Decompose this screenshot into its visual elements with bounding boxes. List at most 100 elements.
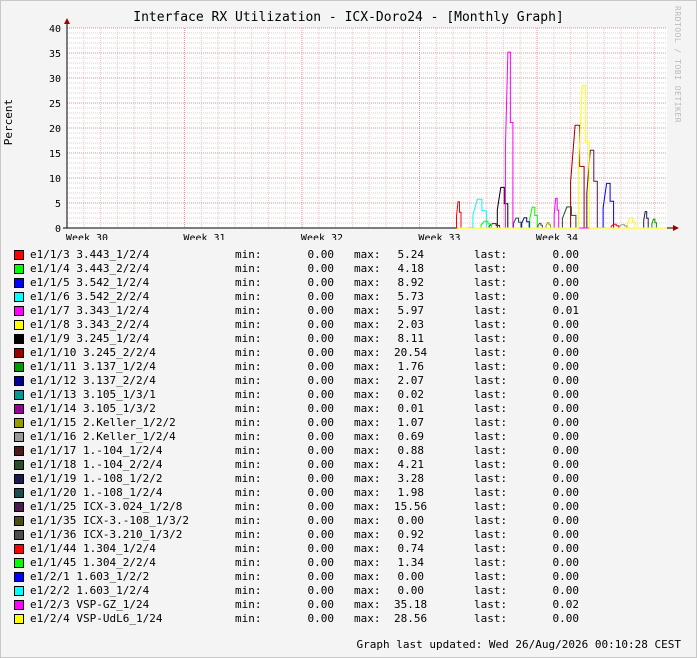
- legend-min-value: 0.00: [307, 360, 335, 373]
- legend-swatch: [14, 488, 24, 498]
- legend-last-value: 0.00: [552, 248, 580, 261]
- legend-max-value: 5.97: [397, 304, 425, 317]
- legend-last-value: 0.00: [552, 458, 580, 471]
- legend-last-label: last:: [474, 248, 508, 261]
- legend-min-value: 0.00: [307, 584, 335, 597]
- legend-last-value: 0.00: [552, 444, 580, 457]
- legend-last-label: last:: [474, 402, 508, 415]
- legend-swatch: [14, 418, 24, 428]
- legend-min-value: 0.00: [307, 276, 335, 289]
- legend-max-label: max:: [354, 458, 381, 471]
- last-updated-text: Graph last updated: Wed 26/Aug/2026 00:1…: [356, 638, 681, 651]
- legend-min-label: min:: [235, 500, 262, 513]
- legend-last-label: last:: [474, 290, 508, 303]
- legend-min-label: min:: [235, 528, 262, 541]
- legend-last-value: 0.00: [552, 402, 580, 415]
- legend-swatch: [14, 292, 24, 302]
- legend-last-value: 0.00: [552, 332, 580, 345]
- y-tick-label: 30: [49, 74, 61, 85]
- legend-last-value: 0.00: [552, 388, 580, 401]
- legend-series-name: e1/1/4 3.443_2/2/4: [30, 262, 150, 275]
- legend-swatch: [14, 460, 24, 470]
- legend-max-value: 1.76: [397, 360, 425, 373]
- legend-max-label: max:: [354, 486, 381, 499]
- legend-series-name: e1/1/19 1.-108_1/2/2: [30, 472, 163, 485]
- legend-max-label: max:: [354, 528, 381, 541]
- legend-min-label: min:: [235, 472, 262, 485]
- x-tick-label: Week 34: [536, 233, 578, 240]
- legend-min-value: 0.00: [307, 542, 335, 555]
- legend-series-name: e1/1/44 1.304_1/2/4: [30, 542, 156, 555]
- legend-last-label: last:: [474, 486, 508, 499]
- legend-last-label: last:: [474, 430, 508, 443]
- y-tick-label: 5: [55, 199, 61, 210]
- legend-last-label: last:: [474, 332, 508, 345]
- legend-max-label: max:: [354, 598, 381, 611]
- legend-last-label: last:: [474, 304, 508, 317]
- legend-min-label: min:: [235, 374, 262, 387]
- legend-max-value: 2.03: [397, 318, 425, 331]
- legend-min-value: 0.00: [307, 570, 335, 583]
- y-tick-label: 25: [49, 99, 61, 110]
- legend-series-name: e1/1/3 3.443_1/2/4: [30, 248, 150, 261]
- legend-max-value: 0.92: [397, 528, 425, 541]
- legend-max-label: max:: [354, 276, 381, 289]
- legend-last-label: last:: [474, 584, 508, 597]
- legend-swatch: [14, 320, 24, 330]
- legend-series-name: e1/1/18 1.-104_2/2/4: [30, 458, 163, 471]
- legend-last-label: last:: [474, 500, 508, 513]
- legend-max-value: 2.07: [397, 374, 425, 387]
- legend-last-value: 0.00: [552, 514, 580, 527]
- x-axis-arrow: [673, 225, 679, 231]
- legend-last-value: 0.00: [552, 318, 580, 331]
- legend-max-label: max:: [354, 584, 381, 597]
- legend-min-value: 0.00: [307, 444, 335, 457]
- legend-last-label: last:: [474, 556, 508, 569]
- legend-swatch: [14, 250, 24, 260]
- legend-swatch: [14, 544, 24, 554]
- legend-last-label: last:: [474, 472, 508, 485]
- legend-max-value: 15.56: [394, 500, 428, 513]
- legend-max-value: 4.21: [397, 458, 425, 471]
- legend-last-value: 0.00: [552, 528, 580, 541]
- legend-last-label: last:: [474, 388, 508, 401]
- legend-max-label: max:: [354, 514, 381, 527]
- legend-swatch: [14, 516, 24, 526]
- legend-max-label: max:: [354, 248, 381, 261]
- legend-swatch: [14, 362, 24, 372]
- legend-series-name: e1/2/4 VSP-UdL6_1/24: [30, 612, 163, 625]
- legend-min-value: 0.00: [307, 430, 335, 443]
- legend-series-name: e1/1/12 3.137_2/2/4: [30, 374, 156, 387]
- y-tick-label: 35: [49, 49, 61, 60]
- legend-min-label: min:: [235, 570, 262, 583]
- legend-swatch: [14, 558, 24, 568]
- legend-series-name: e1/1/17 1.-104_1/2/4: [30, 444, 163, 457]
- legend-swatch: [14, 446, 24, 456]
- legend-min-value: 0.00: [307, 458, 335, 471]
- legend-min-value: 0.00: [307, 374, 335, 387]
- legend-min-label: min:: [235, 444, 262, 457]
- legend-last-value: 0.00: [552, 584, 580, 597]
- legend-last-label: last:: [474, 374, 508, 387]
- legend-min-label: min:: [235, 612, 262, 625]
- legend-swatch: [14, 390, 24, 400]
- legend-last-label: last:: [474, 346, 508, 359]
- legend-series-name: e1/1/5 3.542_1/2/4: [30, 276, 150, 289]
- legend-min-label: min:: [235, 598, 262, 611]
- legend-last-value: 0.00: [552, 430, 580, 443]
- legend-last-label: last:: [474, 528, 508, 541]
- legend-series-name: e1/2/3 VSP-GZ_1/24: [30, 598, 150, 611]
- legend-max-value: 28.56: [394, 612, 428, 625]
- legend-max-label: max:: [354, 290, 381, 303]
- legend-min-value: 0.00: [307, 304, 335, 317]
- legend-last-value: 0.00: [552, 346, 580, 359]
- legend-min-label: min:: [235, 430, 262, 443]
- legend-min-value: 0.00: [307, 318, 335, 331]
- legend-max-value: 8.11: [397, 332, 425, 345]
- legend-series-name: e1/1/36 ICX-3.210_1/3/2: [30, 528, 183, 541]
- legend-swatch: [14, 530, 24, 540]
- legend-max-value: 0.02: [397, 388, 425, 401]
- legend-swatch: [14, 502, 24, 512]
- legend-max-label: max:: [354, 402, 381, 415]
- legend-min-label: min:: [235, 542, 262, 555]
